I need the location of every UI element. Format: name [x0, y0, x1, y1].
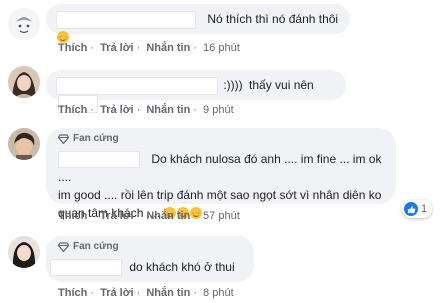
comment-text-prefix: :)))) [223, 78, 243, 93]
diamond-icon [58, 133, 69, 144]
reaction-count: 1 [421, 203, 428, 215]
timestamp[interactable]: 57 phút [203, 210, 240, 222]
comment-text: Nó thích thì nó đánh thôi [207, 12, 339, 27]
comment-bubble: :)))) thấy vui nên [46, 70, 346, 113]
avatar[interactable] [8, 128, 40, 160]
message-link[interactable]: Nhắn tin [146, 42, 190, 54]
reply-link[interactable]: Trả lời [100, 287, 134, 299]
photo-avatar-icon [8, 128, 40, 160]
comment-bubble: Nó thích thì nó đánh thôi [46, 4, 350, 43]
author-name[interactable] [50, 259, 122, 277]
badge-label: Fan cứng [73, 241, 119, 252]
message-link[interactable]: Nhắn tin [146, 287, 190, 299]
badge-label: Fan cứng [73, 133, 119, 144]
message-link[interactable]: Nhắn tin [146, 210, 190, 222]
avatar[interactable] [8, 8, 40, 40]
comment-body: do khách khó ở thui [50, 259, 235, 277]
comment-text: do khách khó ở thui [129, 260, 235, 274]
like-link[interactable]: Thích [58, 104, 87, 116]
reply-link[interactable]: Trả lời [100, 104, 134, 116]
author-name[interactable] [56, 11, 196, 29]
fan-badge: Fan cứng [58, 133, 119, 144]
photo-avatar-icon [8, 236, 40, 268]
reply-link[interactable]: Trả lời [100, 42, 134, 54]
comment-text-line2: im good .... rồi lên trip đánh một sao n… [58, 188, 382, 203]
default-avatar-icon [8, 8, 40, 40]
message-link[interactable]: Nhắn tin [146, 104, 190, 116]
avatar[interactable] [8, 236, 40, 268]
like-link[interactable]: Thích [58, 287, 87, 299]
author-name[interactable] [56, 77, 218, 95]
comment-actions: Thích · Trả lời · Nhắn tin · 57 phút [58, 210, 240, 222]
author-name[interactable] [58, 151, 140, 169]
like-link[interactable]: Thích [58, 210, 87, 222]
comment-text: thấy vui nên [249, 78, 314, 93]
like-link[interactable]: Thích [58, 42, 87, 54]
comment-actions: Thích · Trả lời · Nhắn tin · 8 phút [58, 287, 234, 299]
comment-actions: Thích · Trả lời · Nhắn tin · 9 phút [58, 104, 234, 116]
timestamp[interactable]: 8 phút [203, 287, 234, 299]
like-icon [404, 202, 418, 216]
avatar[interactable] [8, 66, 40, 98]
fan-badge: Fan cứng [58, 241, 119, 252]
timestamp[interactable]: 16 phút [203, 42, 240, 54]
timestamp[interactable]: 9 phút [203, 104, 234, 116]
photo-avatar-icon [8, 66, 40, 98]
diamond-icon [58, 241, 69, 252]
reply-link[interactable]: Trả lời [100, 210, 134, 222]
reaction-summary[interactable]: 1 [402, 200, 433, 218]
comment-actions: Thích · Trả lời · Nhắn tin · 16 phút [58, 42, 240, 54]
